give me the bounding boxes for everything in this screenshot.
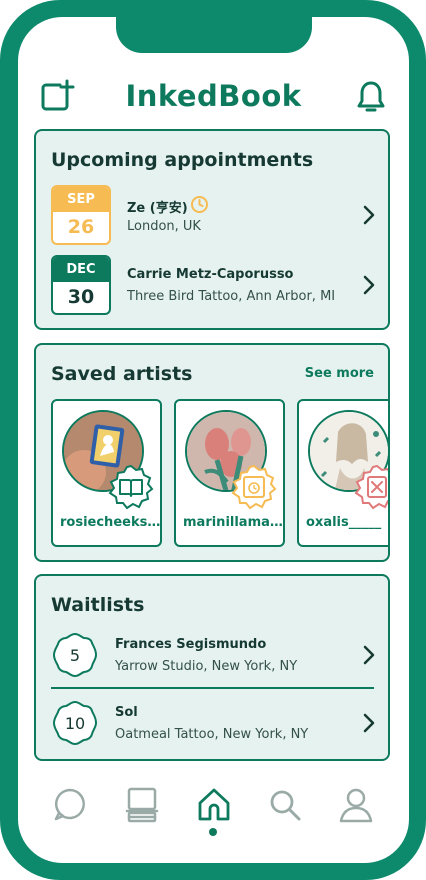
saved-artists-card: Saved artists See more rosiecheeks… mari… <box>34 343 390 562</box>
artist-handle: rosiecheeks… <box>60 515 161 530</box>
artist-card[interactable]: oxalis_____ <box>297 399 388 547</box>
upcoming-title: Upcoming appointments <box>51 149 314 171</box>
chevron-right-icon[interactable] <box>362 644 376 666</box>
search-icon[interactable] <box>265 785 305 825</box>
waitlist-position-badge: 10 <box>52 700 98 746</box>
waitlist-location: Oatmeal Tattoo, New York, NY <box>115 727 309 742</box>
waitlist-location: Yarrow Studio, New York, NY <box>115 659 298 674</box>
appointment-location: London, UK <box>127 219 201 234</box>
waitlists-card: Waitlists 5 Frances Segismundo Yarrow St… <box>34 574 390 761</box>
messages-icon[interactable] <box>50 785 90 825</box>
bottom-navigation <box>18 785 409 845</box>
calendar-icon <box>231 464 277 510</box>
book-icon <box>108 464 154 510</box>
bookings-icon[interactable] <box>121 785 161 825</box>
waitlist-artist-name: Sol <box>115 705 138 720</box>
app-logo: InkedBook <box>125 79 302 113</box>
date-day: 26 <box>67 216 95 238</box>
see-more-link[interactable]: See more <box>305 366 374 381</box>
waitlists-title: Waitlists <box>51 594 145 616</box>
artist-handle: marinillama… <box>183 515 283 530</box>
artist-handle: oxalis_____ <box>306 515 382 530</box>
date-badge: SEP 26 <box>51 185 111 245</box>
artist-card[interactable]: marinillama… <box>174 399 285 547</box>
waitlist-position-badge: 5 <box>52 632 98 678</box>
appointment-artist-name: Carrie Metz-Caporusso <box>127 267 294 282</box>
closed-icon <box>354 464 388 510</box>
chevron-right-icon[interactable] <box>362 204 376 226</box>
appointment-artist-name: Ze (亨安) <box>127 201 188 216</box>
waitlist-artist-name: Frances Segismundo <box>115 637 267 652</box>
date-month: DEC <box>53 257 109 282</box>
date-badge: DEC 30 <box>51 255 111 315</box>
phone-frame: InkedBook Upcoming appointments SEP 26 Z… <box>0 0 426 880</box>
divider <box>51 687 374 689</box>
saved-artists-title: Saved artists <box>51 363 193 385</box>
date-day: 30 <box>67 286 95 308</box>
waitlist-position: 10 <box>65 714 85 733</box>
bell-icon[interactable] <box>356 80 386 114</box>
upcoming-appointments-card: Upcoming appointments SEP 26 Ze (亨安) Lon… <box>34 129 390 330</box>
app-screen: InkedBook Upcoming appointments SEP 26 Z… <box>18 17 409 863</box>
appointment-location: Three Bird Tattoo, Ann Arbor, MI <box>127 289 336 304</box>
date-month: SEP <box>53 187 109 212</box>
chevron-right-icon[interactable] <box>362 274 376 296</box>
active-tab-indicator <box>209 828 217 836</box>
profile-icon[interactable] <box>336 785 376 825</box>
home-icon[interactable] <box>194 785 234 825</box>
artist-card[interactable]: rosiecheeks… <box>51 399 162 547</box>
waitlist-position: 5 <box>70 646 80 665</box>
device-notch <box>116 17 312 53</box>
chevron-right-icon[interactable] <box>362 712 376 734</box>
clock-icon <box>191 196 208 213</box>
